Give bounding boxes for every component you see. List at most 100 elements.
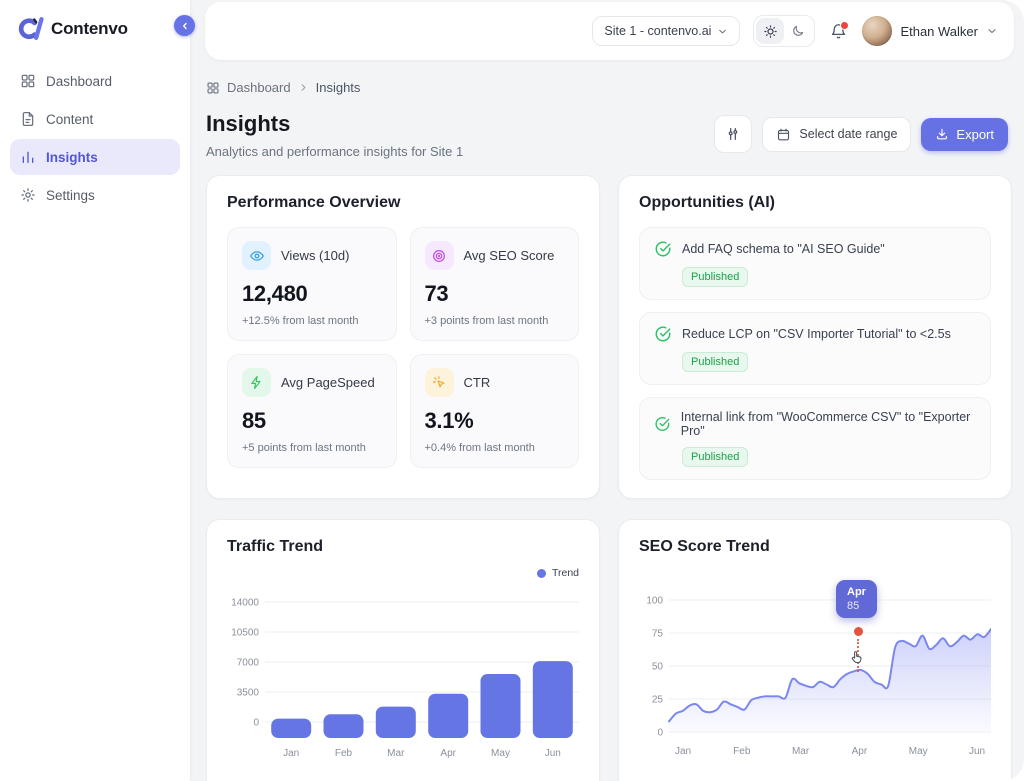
breadcrumb: Dashboard Insights	[206, 80, 1008, 95]
performance-overview-card: Performance Overview Views (10d) 12,480 …	[206, 175, 600, 499]
chevron-right-icon	[298, 82, 309, 93]
export-label: Export	[956, 127, 994, 142]
sun-icon	[763, 24, 778, 39]
site-selector-label: Site 1 - contenvo.ai	[604, 24, 711, 38]
page-title: Insights	[206, 111, 463, 137]
sidebar-collapse-button[interactable]	[174, 15, 195, 36]
stat-value: 73	[425, 281, 565, 307]
stat-label: Views (10d)	[281, 248, 349, 263]
svg-text:Feb: Feb	[335, 748, 353, 759]
contenvo-logo-icon	[16, 16, 44, 41]
opportunity-text: Reduce LCP on "CSV Importer Tutorial" to…	[682, 327, 951, 341]
stat-value: 3.1%	[425, 408, 565, 434]
opportunity-item[interactable]: Reduce LCP on "CSV Importer Tutorial" to…	[639, 312, 991, 385]
dark-mode-button[interactable]	[784, 18, 812, 44]
sidebar-item-insights[interactable]: Insights	[10, 139, 180, 175]
sliders-icon	[725, 126, 741, 142]
stat-views: Views (10d) 12,480 +12.5% from last mont…	[227, 227, 397, 341]
page-subtitle: Analytics and performance insights for S…	[206, 144, 463, 159]
svg-text:Mar: Mar	[387, 748, 405, 759]
opportunities-card: Opportunities (AI) Add FAQ schema to "AI…	[618, 175, 1012, 499]
svg-text:May: May	[909, 746, 928, 757]
svg-text:Jan: Jan	[675, 746, 691, 757]
sidebar-nav: Dashboard Content Insights Settings	[0, 63, 190, 213]
svg-text:Feb: Feb	[733, 746, 751, 757]
gear-icon	[20, 187, 36, 203]
stat-pagespeed: Avg PageSpeed 85 +5 points from last mon…	[227, 354, 397, 468]
stat-ctr: CTR 3.1% +0.4% from last month	[410, 354, 580, 468]
main-area: Site 1 - contenvo.ai Ethan Walker	[190, 0, 1024, 781]
cursor-click-icon	[425, 368, 454, 397]
file-icon	[20, 111, 36, 127]
theme-toggle	[753, 15, 815, 47]
traffic-trend-card: Traffic Trend Trend 0350070001050014000J…	[206, 519, 600, 781]
chevron-down-icon	[717, 26, 728, 37]
grid-icon	[206, 81, 220, 95]
tooltip-marker-dot	[854, 627, 863, 636]
date-range-button[interactable]: Select date range	[762, 117, 911, 152]
svg-text:7000: 7000	[237, 658, 260, 669]
opportunity-text: Add FAQ schema to "AI SEO Guide"	[682, 242, 885, 256]
sidebar-item-label: Content	[46, 112, 93, 127]
svg-text:Jan: Jan	[283, 748, 299, 759]
cursor-icon	[849, 650, 864, 670]
download-icon	[935, 127, 949, 141]
stat-label: Avg PageSpeed	[281, 375, 375, 390]
export-button[interactable]: Export	[921, 118, 1008, 151]
zap-icon	[242, 368, 271, 397]
moon-icon	[791, 24, 805, 38]
site-selector[interactable]: Site 1 - contenvo.ai	[592, 16, 740, 46]
chart-icon	[20, 149, 36, 165]
opportunity-text: Internal link from "WooCommerce CSV" to …	[681, 410, 976, 438]
cards-grid: Performance Overview Views (10d) 12,480 …	[206, 175, 1008, 781]
breadcrumb-dashboard[interactable]: Dashboard	[227, 80, 291, 95]
chevron-down-icon	[986, 25, 998, 37]
opportunity-item[interactable]: Internal link from "WooCommerce CSV" to …	[639, 397, 991, 480]
card-title: SEO Score Trend	[639, 538, 991, 556]
svg-text:0: 0	[253, 718, 259, 729]
brand-logo: Contenvo	[0, 0, 190, 63]
seo-score-trend-chart: 0255075100JanFebMarAprMayJun Apr 85	[639, 582, 991, 779]
user-name: Ethan Walker	[900, 24, 978, 39]
check-circle-icon	[654, 240, 672, 258]
sidebar-item-content[interactable]: Content	[10, 101, 180, 137]
svg-text:Apr: Apr	[440, 748, 456, 759]
stat-note: +3 points from last month	[425, 315, 565, 327]
opportunity-item[interactable]: Add FAQ schema to "AI SEO Guide" Publish…	[639, 227, 991, 300]
avatar	[862, 16, 892, 46]
target-icon	[425, 241, 454, 270]
card-title: Opportunities (AI)	[639, 194, 991, 212]
status-badge: Published	[682, 352, 748, 372]
notification-badge	[840, 21, 849, 30]
check-circle-icon	[654, 415, 671, 433]
card-title: Traffic Trend	[227, 538, 579, 556]
tooltip-label: Apr	[847, 586, 866, 598]
status-badge: Published	[682, 267, 748, 287]
svg-text:Apr: Apr	[852, 746, 868, 757]
svg-text:100: 100	[646, 596, 663, 607]
sidebar: Contenvo Dashboard Content Insights	[0, 0, 190, 781]
chart-tooltip: Apr 85	[836, 580, 877, 618]
sidebar-item-label: Dashboard	[46, 74, 112, 89]
chevron-left-icon	[180, 21, 190, 31]
date-range-label: Select date range	[799, 127, 897, 141]
page-header: Insights Analytics and performance insig…	[206, 111, 1008, 159]
svg-text:50: 50	[652, 662, 664, 673]
sidebar-item-dashboard[interactable]: Dashboard	[10, 63, 180, 99]
app-window: Contenvo Dashboard Content Insights	[0, 0, 1024, 781]
check-circle-icon	[654, 325, 672, 343]
light-mode-button[interactable]	[756, 18, 784, 44]
legend-dot	[537, 569, 546, 578]
svg-text:Jun: Jun	[969, 746, 985, 757]
svg-text:25: 25	[652, 695, 664, 706]
sidebar-item-settings[interactable]: Settings	[10, 177, 180, 213]
filter-button[interactable]	[714, 115, 752, 153]
stat-note: +5 points from last month	[242, 442, 382, 454]
status-badge: Published	[682, 447, 748, 467]
user-menu[interactable]: Ethan Walker	[862, 16, 998, 46]
svg-text:Jun: Jun	[545, 748, 561, 759]
breadcrumb-insights: Insights	[316, 80, 361, 95]
stat-label: CTR	[464, 375, 491, 390]
svg-text:0: 0	[657, 728, 663, 739]
notifications-button[interactable]	[828, 21, 849, 42]
